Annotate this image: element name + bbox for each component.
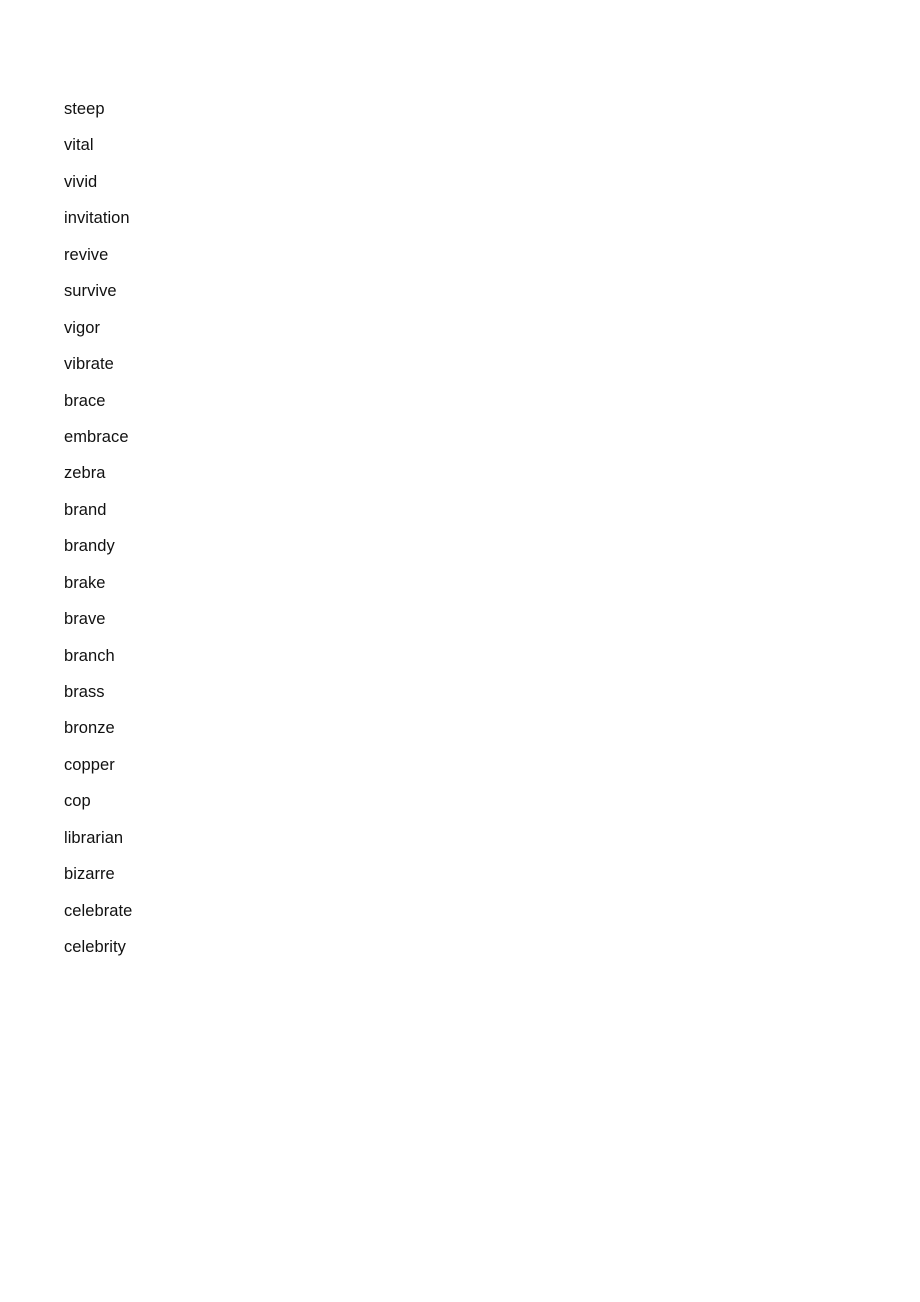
word-list-item: brace [64,391,106,410]
word-list-item: celebrate [64,901,133,920]
word-list-item: survive [64,282,117,301]
document-page: steep vital vivid invitation revive survive vi… [0,0,920,1302]
word-list-item: embrace [64,427,129,446]
word-list-item: vivid [64,172,98,191]
word-list-item: brand [64,500,107,519]
word-list-item: vibrate [64,355,114,374]
word-list-item: brake [64,573,106,592]
word-list-item: steep [64,100,105,118]
word-list-item: bronze [64,719,115,738]
word-list-item: copper [64,755,115,774]
word-list-item: brass [64,683,105,701]
word-list-item: cop [64,792,91,811]
word-list-item: vigor [64,318,101,337]
word-list-item: vital [64,136,94,155]
word-list-item: brandy [64,537,115,556]
word-list-item: brave [64,610,106,629]
vocabulary-word-list: steep vital vivid invitation revive survive vi… [64,91,132,966]
word-list-item: bizarre [64,865,115,884]
word-list-item: zebra [64,464,106,483]
word-list-item: celebrity [64,938,126,957]
word-list-item: revive [64,245,109,264]
word-list-item: librarian [64,828,124,847]
word-list-item: branch [64,646,115,665]
word-list-item: invitation [64,209,130,228]
